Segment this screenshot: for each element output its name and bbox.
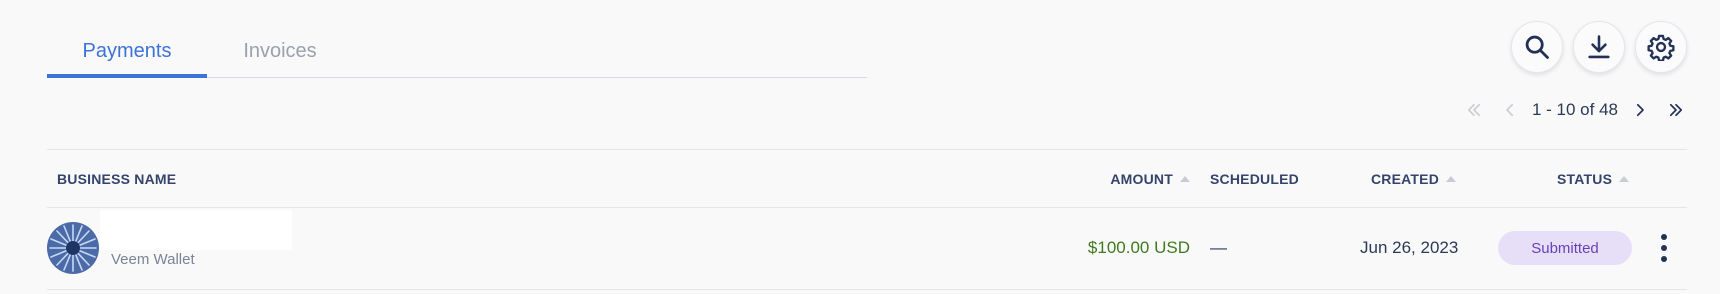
column-label: BUSINESS NAME [57, 171, 177, 187]
column-header-status[interactable]: STATUS [1557, 171, 1630, 187]
column-label: AMOUNT [1110, 171, 1173, 187]
toolbar [1511, 21, 1687, 73]
column-header-business-name[interactable]: BUSINESS NAME [57, 171, 176, 187]
scheduled-cell: — [1210, 238, 1227, 257]
column-header-amount[interactable]: AMOUNT [1110, 171, 1190, 187]
gear-icon [1647, 34, 1675, 61]
amount-cell: $100.00 USD [1087, 238, 1190, 257]
column-label: STATUS [1557, 171, 1613, 187]
pagination: 1 - 10 of 48 [1456, 96, 1694, 124]
business-subtitle: Veem Wallet [111, 251, 195, 268]
row-actions-menu-icon[interactable] [1650, 230, 1678, 266]
business-name [100, 210, 292, 250]
download-button[interactable] [1573, 21, 1625, 73]
column-header-created[interactable]: CREATED [1371, 171, 1457, 187]
table-header-divider [47, 207, 1687, 208]
column-label: SCHEDULED [1210, 171, 1299, 187]
tab-bar: Payments Invoices [47, 24, 867, 78]
status-badge: Submitted [1498, 231, 1632, 265]
sort-caret-icon [1180, 176, 1190, 182]
chevron-left-icon [1506, 103, 1514, 117]
avatar [47, 222, 99, 274]
sort-caret-icon [1619, 176, 1630, 182]
search-icon [1525, 35, 1549, 59]
sort-caret-icon [1446, 176, 1457, 182]
column-header-scheduled[interactable]: SCHEDULED [1210, 171, 1299, 187]
table-top-divider [47, 149, 1687, 150]
double-chevron-left-icon [1467, 103, 1481, 117]
download-icon [1588, 35, 1610, 59]
created-cell: Jun 26, 2023 [1360, 238, 1459, 257]
prev-page-button[interactable] [1492, 96, 1528, 124]
table-row-divider [47, 289, 1687, 290]
double-chevron-right-icon [1669, 103, 1683, 117]
page-range: 1 - 10 of 48 [1531, 100, 1618, 119]
tab-invoices[interactable]: Invoices [207, 24, 353, 78]
chevron-right-icon [1636, 103, 1644, 117]
next-page-button[interactable] [1622, 96, 1658, 124]
settings-button[interactable] [1635, 21, 1687, 73]
last-page-button[interactable] [1658, 96, 1694, 124]
first-page-button[interactable] [1456, 96, 1492, 124]
column-label: CREATED [1371, 171, 1440, 187]
search-button[interactable] [1511, 21, 1563, 73]
tab-payments[interactable]: Payments [47, 24, 207, 78]
